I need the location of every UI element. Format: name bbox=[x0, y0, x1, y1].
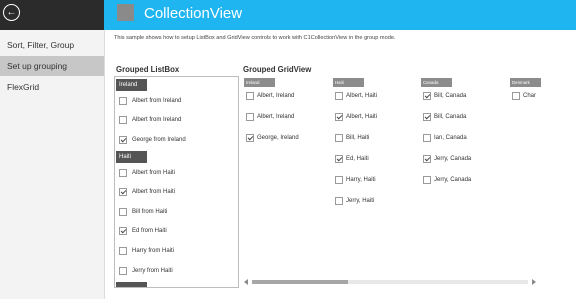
listbox-title: Grouped ListBox bbox=[116, 65, 180, 74]
checkbox[interactable] bbox=[423, 113, 431, 121]
checkbox[interactable] bbox=[423, 155, 431, 163]
gridview-group-header: Haiti bbox=[333, 78, 364, 87]
sample-description: This sample shows how to setup ListBox a… bbox=[114, 35, 396, 41]
grid-item[interactable]: Bill, Canada bbox=[423, 90, 466, 102]
list-item[interactable]: Harry from Haiti bbox=[119, 245, 174, 257]
scrollbar-thumb[interactable] bbox=[252, 280, 348, 284]
nav-item-flexgrid[interactable]: FlexGrid bbox=[0, 77, 104, 97]
checkbox[interactable] bbox=[119, 188, 127, 196]
grid-item[interactable]: Jerry, Haiti bbox=[335, 195, 374, 207]
nav-item-sort-filter-group[interactable]: Sort, Filter, Group bbox=[0, 35, 104, 55]
list-item[interactable]: George from Ireland bbox=[119, 134, 186, 146]
checkbox[interactable] bbox=[119, 136, 127, 144]
checkbox[interactable] bbox=[423, 134, 431, 142]
grid-item[interactable]: Harry, Haiti bbox=[335, 174, 376, 186]
gridview-group-header: Denmark bbox=[510, 78, 541, 87]
gridview-group-header: Canada bbox=[421, 78, 452, 87]
listbox-group-header-partial bbox=[116, 282, 147, 287]
checkbox[interactable] bbox=[335, 197, 343, 205]
checkbox[interactable] bbox=[335, 92, 343, 100]
page-title: CollectionView bbox=[144, 5, 243, 22]
checkbox[interactable] bbox=[119, 169, 127, 177]
scroll-right-icon[interactable] bbox=[532, 279, 536, 285]
checkbox[interactable] bbox=[246, 134, 254, 142]
app-tile-icon bbox=[117, 4, 134, 21]
checkbox[interactable] bbox=[335, 155, 343, 163]
grid-item[interactable]: Bill, Canada bbox=[423, 111, 466, 123]
grid-item[interactable]: Albert, Haiti bbox=[335, 111, 377, 123]
grid-item[interactable]: Albert, Ireland bbox=[246, 111, 294, 123]
checkbox[interactable] bbox=[119, 116, 127, 124]
list-item[interactable]: Albert from Ireland bbox=[119, 114, 181, 126]
checkbox[interactable] bbox=[423, 176, 431, 184]
gridview-title: Grouped GridView bbox=[243, 65, 312, 74]
grid-item[interactable]: Ed, Haiti bbox=[335, 153, 369, 165]
checkbox[interactable] bbox=[512, 92, 520, 100]
checkbox[interactable] bbox=[246, 92, 254, 100]
checkbox[interactable] bbox=[119, 208, 127, 216]
grid-item[interactable]: Ian, Canada bbox=[423, 132, 467, 144]
checkbox[interactable] bbox=[335, 113, 343, 121]
checkbox[interactable] bbox=[119, 97, 127, 105]
checkbox[interactable] bbox=[246, 113, 254, 121]
scroll-left-icon[interactable] bbox=[244, 279, 248, 285]
nav-item-set-up-grouping[interactable]: Set up grouping bbox=[0, 56, 104, 76]
scrollbar-track[interactable] bbox=[252, 280, 528, 284]
checkbox[interactable] bbox=[335, 176, 343, 184]
grid-item[interactable]: Jerry, Canada bbox=[423, 153, 471, 165]
list-item[interactable]: Albert from Ireland bbox=[119, 95, 181, 107]
checkbox[interactable] bbox=[119, 227, 127, 235]
back-arrow-icon[interactable]: ← bbox=[3, 4, 20, 21]
listbox-group-header: Ireland bbox=[116, 79, 147, 91]
grid-item[interactable]: Albert, Haiti bbox=[335, 90, 377, 102]
listbox-group-header: Haiti bbox=[116, 151, 147, 163]
checkbox[interactable] bbox=[119, 267, 127, 275]
grid-item[interactable]: George, Ireland bbox=[246, 132, 299, 144]
checkbox[interactable] bbox=[119, 247, 127, 255]
grouped-listbox[interactable]: Ireland Albert from Ireland Albert from … bbox=[114, 76, 239, 288]
checkbox[interactable] bbox=[335, 134, 343, 142]
list-item[interactable]: Bill from Haiti bbox=[119, 206, 167, 218]
grid-item[interactable]: Albert, Ireland bbox=[246, 90, 294, 102]
gridview-group-header: Ireland bbox=[244, 78, 275, 87]
grid-item[interactable]: Bill, Haiti bbox=[335, 132, 369, 144]
list-item[interactable]: Albert from Haiti bbox=[119, 186, 175, 198]
checkbox[interactable] bbox=[423, 92, 431, 100]
list-item[interactable]: Jerry from Haiti bbox=[119, 265, 173, 277]
grid-item[interactable]: Jerry, Canada bbox=[423, 174, 471, 186]
list-item[interactable]: Albert from Haiti bbox=[119, 167, 175, 179]
list-item[interactable]: Ed from Haiti bbox=[119, 225, 167, 237]
horizontal-scrollbar[interactable] bbox=[244, 278, 536, 286]
grid-item[interactable]: Char bbox=[512, 90, 544, 102]
